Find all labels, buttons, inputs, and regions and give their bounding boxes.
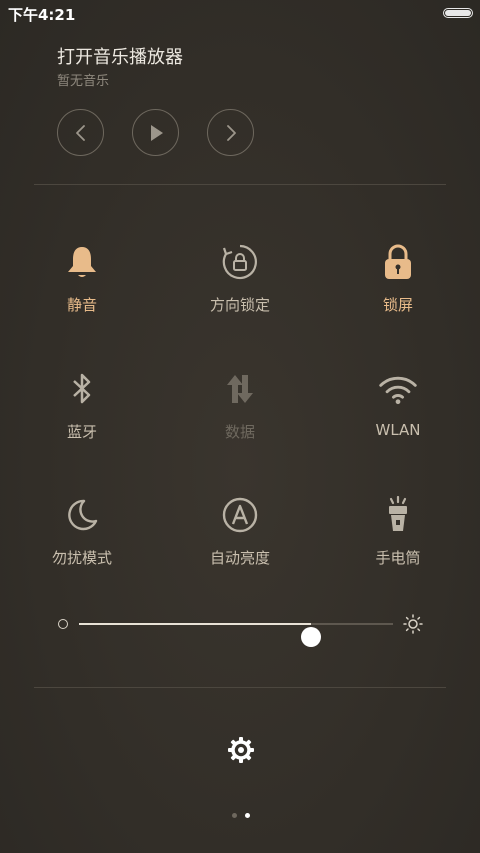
brightness-low-icon <box>58 619 68 629</box>
flashlight-icon <box>378 495 418 535</box>
next-track-button[interactable] <box>207 109 254 156</box>
bell-icon <box>62 242 102 282</box>
toggle-auto-brightness-label: 自动亮度 <box>209 549 270 567</box>
moon-icon <box>62 495 102 535</box>
battery-level <box>445 10 471 16</box>
toggle-mobile-data[interactable]: 数据 <box>170 369 310 469</box>
toggle-flashlight-label: 手电筒 <box>375 549 421 567</box>
control-center: 下午4:21 打开音乐播放器 暂无音乐 静音 方向锁定 锁屏 蓝牙 数据 WLA… <box>0 0 480 853</box>
brightness-high-icon <box>403 614 423 634</box>
toggle-mute-label: 静音 <box>66 296 97 314</box>
status-time: 下午4:21 <box>8 6 76 24</box>
bluetooth-icon <box>62 369 102 409</box>
chevron-left-icon <box>75 124 85 141</box>
brightness-track[interactable] <box>79 623 393 647</box>
data-sync-icon <box>220 369 260 409</box>
top-divider <box>34 184 446 185</box>
music-player-subtitle: 暂无音乐 <box>57 74 110 89</box>
play-icon <box>150 124 163 141</box>
toggle-bluetooth[interactable]: 蓝牙 <box>12 369 152 469</box>
toggle-do-not-disturb[interactable]: 勿扰模式 <box>12 495 152 595</box>
gear-icon <box>228 737 254 763</box>
toggle-do-not-disturb-label: 勿扰模式 <box>51 549 112 567</box>
previous-track-button[interactable] <box>57 109 104 156</box>
wifi-icon <box>378 369 418 409</box>
brightness-slider[interactable] <box>56 610 426 647</box>
page-dot <box>232 813 237 818</box>
page-dot <box>245 813 250 818</box>
toggle-flashlight[interactable]: 手电筒 <box>328 495 468 595</box>
lock-icon <box>378 242 418 282</box>
play-button[interactable] <box>132 109 179 156</box>
toggle-lock-screen[interactable]: 锁屏 <box>328 242 468 342</box>
rotation-lock-icon <box>220 242 260 282</box>
chevron-right-icon <box>226 124 236 141</box>
music-player-title[interactable]: 打开音乐播放器 <box>57 43 183 69</box>
toggle-rotation-lock[interactable]: 方向锁定 <box>170 242 310 342</box>
toggle-wlan[interactable]: WLAN <box>328 369 468 469</box>
brightness-thumb[interactable] <box>301 627 322 647</box>
page-indicator <box>226 813 256 819</box>
toggle-bluetooth-label: 蓝牙 <box>66 423 97 441</box>
toggle-auto-brightness[interactable]: 自动亮度 <box>170 495 310 595</box>
settings-button[interactable] <box>226 735 256 765</box>
toggle-lock-screen-label: 锁屏 <box>382 296 413 314</box>
status-bar: 下午4:21 <box>0 0 480 26</box>
toggle-mobile-data-label: 数据 <box>224 423 255 441</box>
auto-brightness-icon <box>220 495 260 535</box>
battery-icon <box>443 8 473 18</box>
bottom-divider <box>34 687 446 688</box>
toggle-wlan-label: WLAN <box>375 421 421 439</box>
brightness-fill <box>79 623 312 625</box>
toggle-mute[interactable]: 静音 <box>12 242 152 342</box>
toggle-rotation-lock-label: 方向锁定 <box>209 296 270 314</box>
